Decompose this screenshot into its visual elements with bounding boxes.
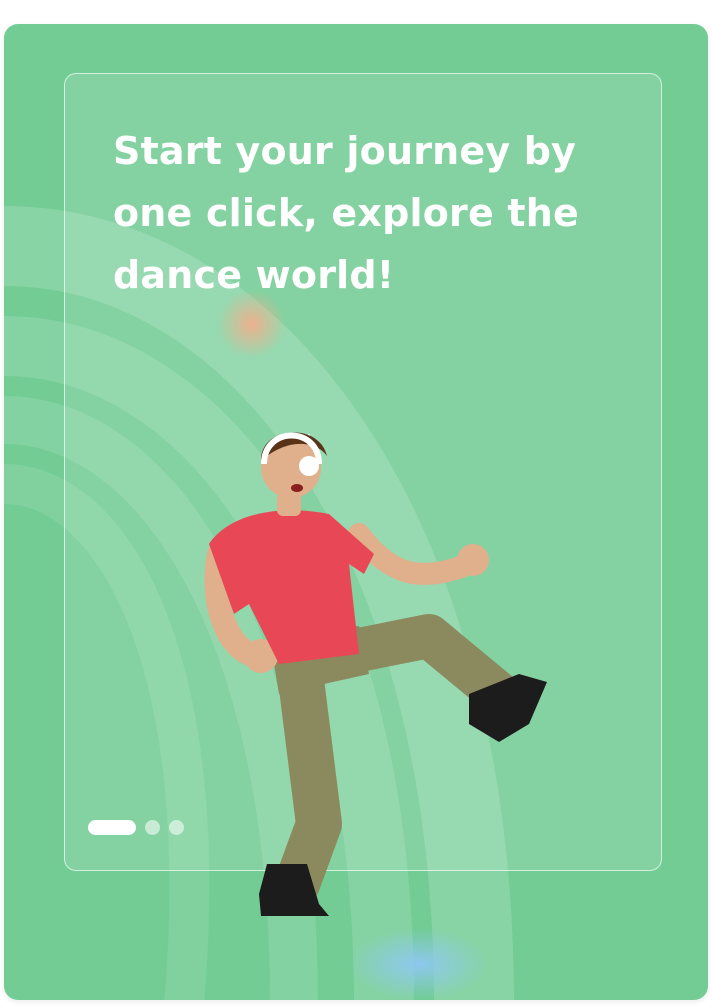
dancer-illustration-icon: [204, 432, 547, 916]
pagination-dot-3[interactable]: [169, 820, 184, 835]
onboarding-card: Start your journey by one click, explore…: [4, 24, 708, 1000]
onboarding-headline: Start your journey by one click, explore…: [113, 129, 579, 297]
pagination-dot-2[interactable]: [145, 820, 160, 835]
pagination-indicator: [88, 820, 184, 835]
pagination-dot-1[interactable]: [88, 820, 136, 835]
onboarding-panel: Start your journey by one click, explore…: [64, 73, 662, 916]
